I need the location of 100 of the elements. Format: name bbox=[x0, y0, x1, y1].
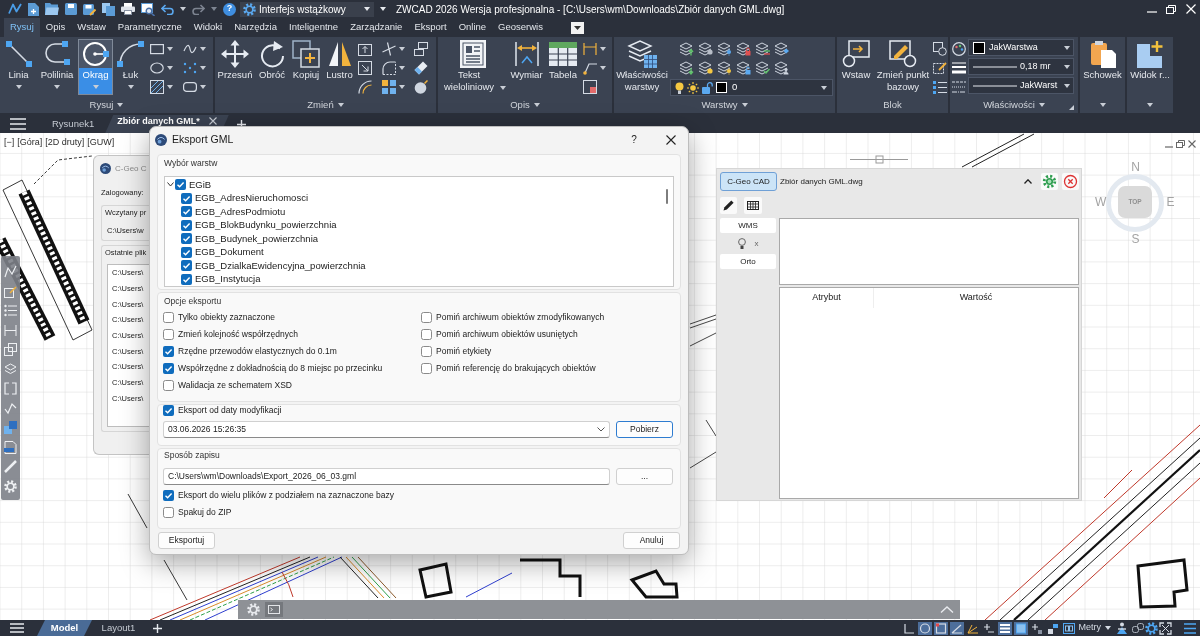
figure-icon[interactable] bbox=[1116, 622, 1128, 634]
tree-item[interactable]: EGB_Dokument bbox=[195, 245, 264, 260]
stretch-icon[interactable] bbox=[358, 41, 372, 56]
lineweight-icon[interactable] bbox=[952, 60, 966, 75]
ribbon-tab[interactable]: Narzędzia bbox=[228, 18, 283, 37]
ribbon-button[interactable]: Wymiar bbox=[508, 39, 545, 95]
checkbox[interactable] bbox=[181, 246, 192, 258]
plus-line-icon[interactable] bbox=[981, 621, 996, 635]
copy-squares-icon[interactable] bbox=[292, 40, 320, 68]
clipboard-icon[interactable] bbox=[1088, 40, 1117, 68]
caret-icon[interactable] bbox=[167, 84, 173, 89]
caret-icon[interactable] bbox=[127, 85, 134, 89]
checkbox[interactable] bbox=[163, 363, 174, 374]
ruler-icon[interactable] bbox=[4, 460, 17, 473]
lineweight-icon[interactable] bbox=[997, 621, 1012, 635]
layer-bulb-icon[interactable] bbox=[698, 41, 713, 56]
table-cell-icon[interactable] bbox=[583, 79, 597, 94]
expand-icon[interactable] bbox=[1159, 621, 1172, 635]
eraser-icon[interactable] bbox=[414, 60, 428, 75]
caret-icon[interactable] bbox=[15, 85, 22, 89]
points-icon[interactable] bbox=[183, 60, 197, 75]
date-dropdown[interactable]: 03.06.2026 15:26:35 bbox=[163, 421, 610, 438]
attribute-list-icon[interactable] bbox=[933, 79, 947, 94]
gear-icon[interactable] bbox=[1041, 173, 1058, 190]
square-icon[interactable] bbox=[1013, 621, 1028, 635]
checkbox[interactable] bbox=[175, 179, 186, 191]
edit-square-icon[interactable] bbox=[933, 60, 947, 75]
pencil-block-icon[interactable] bbox=[889, 40, 917, 68]
polyline-tool-icon[interactable] bbox=[43, 40, 71, 68]
layout-tab[interactable]: Model bbox=[37, 620, 92, 636]
column-header[interactable]: Wartość bbox=[874, 288, 1078, 308]
crossing-lines-icon[interactable] bbox=[382, 41, 396, 56]
linetype-dropdown[interactable]: JakWarst bbox=[968, 77, 1074, 94]
chevron-down-icon[interactable] bbox=[167, 182, 174, 188]
caret-icon[interactable] bbox=[600, 46, 606, 51]
list-icon[interactable] bbox=[4, 304, 17, 317]
tree-item[interactable]: EGB_Budynek_powierzchnia bbox=[195, 231, 319, 246]
copy-documents-icon[interactable] bbox=[102, 2, 115, 16]
checkbox[interactable] bbox=[181, 192, 192, 204]
ortho-corner-icon[interactable] bbox=[901, 621, 916, 635]
viewport-menu[interactable]: [−] bbox=[4, 137, 15, 148]
gear-icon[interactable] bbox=[243, 2, 256, 16]
checkbox[interactable] bbox=[421, 312, 432, 323]
dimension-icon[interactable] bbox=[512, 40, 541, 68]
file-path-field[interactable]: C:\Users\wm\Downloads\Export_2026_06_03.gml bbox=[163, 468, 610, 485]
scrollbar-thumb[interactable] bbox=[665, 189, 668, 204]
checkbox[interactable] bbox=[181, 273, 192, 285]
save-icon[interactable] bbox=[65, 3, 77, 15]
caret-icon[interactable] bbox=[200, 84, 206, 89]
checkbox[interactable] bbox=[181, 233, 192, 245]
tree-item[interactable]: EGB_Instytucja bbox=[195, 272, 261, 287]
scale-icon[interactable] bbox=[358, 60, 372, 75]
ribbon-button[interactable]: Wstaw bbox=[837, 39, 875, 95]
tree-item[interactable]: EGB_BlokBudynku_powierzchnia bbox=[195, 218, 337, 233]
caret-icon[interactable] bbox=[167, 65, 173, 70]
dialog-launcher-icon[interactable] bbox=[1069, 105, 1074, 110]
checkbox[interactable] bbox=[181, 260, 192, 272]
preview-icon[interactable] bbox=[141, 2, 155, 16]
angle-icon[interactable] bbox=[949, 621, 964, 635]
dimension-bracket-icon[interactable] bbox=[583, 41, 597, 56]
rotate-arrow-icon[interactable] bbox=[258, 40, 286, 68]
ribbon-button[interactable]: Tekst wieloliniowy bbox=[438, 39, 508, 95]
palette-icon[interactable] bbox=[952, 41, 966, 56]
caret-icon[interactable] bbox=[399, 65, 405, 70]
checkbox[interactable] bbox=[421, 329, 432, 340]
pencil-icon[interactable] bbox=[720, 197, 737, 214]
document-icon[interactable] bbox=[4, 440, 17, 454]
option-label[interactable]: Zmień kolejność współrzędnych bbox=[178, 328, 298, 341]
stacked-boxes-icon[interactable] bbox=[414, 41, 428, 56]
arc-tool-icon[interactable] bbox=[116, 40, 145, 68]
ribbon-button[interactable]: Obróć bbox=[255, 39, 289, 95]
print-icon[interactable] bbox=[121, 3, 135, 15]
square-circle-icon[interactable] bbox=[933, 41, 947, 56]
text-document-icon[interactable] bbox=[460, 40, 486, 68]
wms-button[interactable]: WMS bbox=[720, 218, 776, 233]
layer-dropdown[interactable]: 0 bbox=[670, 79, 833, 96]
option-label[interactable]: Eksport do wielu plików z podziałem na zaznaczone bazy bbox=[178, 489, 394, 502]
layer-lock-icon[interactable] bbox=[736, 41, 751, 56]
caret-icon[interactable] bbox=[1064, 64, 1070, 69]
tree-item[interactable]: EGB_DzialkaEwidencyjna_powierzchnia bbox=[195, 258, 366, 273]
option-label[interactable]: Pomiń archiwum obiektów zmodyfikowanych bbox=[436, 311, 605, 324]
caret-icon[interactable] bbox=[500, 86, 506, 90]
unlock-icon[interactable] bbox=[702, 81, 713, 94]
viewport-menu[interactable]: [2D druty] bbox=[45, 137, 85, 148]
caret-icon[interactable] bbox=[1147, 103, 1153, 107]
caret-icon[interactable] bbox=[1099, 103, 1106, 107]
lineweight-dropdown[interactable]: 0,18 mr bbox=[968, 58, 1074, 75]
chevron-down-icon[interactable] bbox=[597, 427, 605, 432]
option-label[interactable]: Eksport od daty modyfikacji bbox=[178, 404, 282, 417]
save-as-icon[interactable] bbox=[83, 2, 96, 16]
caret-icon[interactable] bbox=[380, 7, 386, 11]
caret-icon[interactable] bbox=[1064, 45, 1070, 50]
option-label[interactable]: Współrzędne z dokładnością do 8 miejsc po przecinku bbox=[178, 362, 383, 375]
checkbox[interactable] bbox=[181, 219, 192, 231]
ribbon-tab[interactable]: Zarządzanie bbox=[344, 18, 409, 37]
checkbox[interactable] bbox=[421, 346, 432, 357]
ribbon-button[interactable]: Lustro bbox=[323, 39, 356, 95]
tree-item[interactable]: EGB_AdresPodmiotu bbox=[195, 204, 286, 219]
c-geo-cad-button[interactable]: C-Geo CAD bbox=[720, 172, 777, 191]
browse-button[interactable]: ... bbox=[616, 468, 673, 485]
